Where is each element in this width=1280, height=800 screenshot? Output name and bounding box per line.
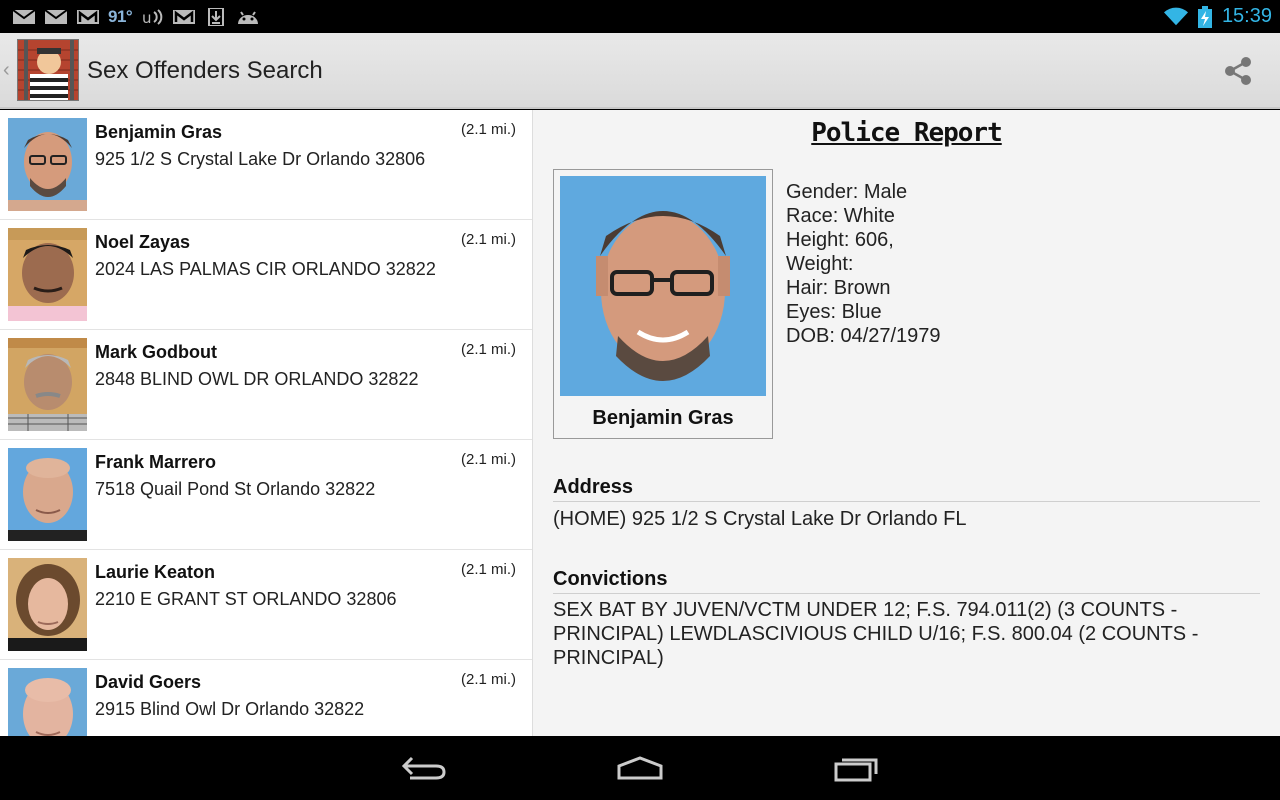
convictions-value: SEX BAT BY JUVEN/VCTM UNDER 12; F.S. 794… xyxy=(553,599,1199,669)
offender-name: Laurie Keaton xyxy=(95,562,216,582)
address-heading: Address xyxy=(553,476,1260,502)
offender-name: Mark Godbout xyxy=(95,342,217,362)
offender-thumbnail xyxy=(8,228,87,321)
offender-distance: (2.1 mi.) xyxy=(460,341,516,358)
wifi-icon xyxy=(1163,7,1188,26)
report-title: Police Report xyxy=(811,118,1003,148)
gmail-m-icon xyxy=(76,8,100,26)
fact-height: Height: 606, xyxy=(786,229,894,251)
offender-name: Noel Zayas xyxy=(95,232,191,252)
list-item[interactable]: Benjamin Gras 925 1/2 S Crystal Lake Dr … xyxy=(0,110,532,220)
offender-facts: Gender: Male Race: White Height: 606, We… xyxy=(786,180,941,348)
offender-thumbnail xyxy=(8,558,87,651)
convictions-heading: Convictions xyxy=(553,568,1260,594)
list-item[interactable]: Frank Marrero 7518 Quail Pond St Orlando… xyxy=(0,440,532,550)
action-bar: ‹ Sex Offenders Search xyxy=(0,33,1280,109)
offender-name: Benjamin Gras xyxy=(95,122,223,142)
download-icon xyxy=(204,7,228,26)
offender-address: 2024 LAS PALMAS CIR ORLANDO 32822 xyxy=(95,259,436,279)
app-title: Sex Offenders Search xyxy=(87,57,323,84)
status-bar: 91° u 15:39 xyxy=(0,0,1280,33)
fact-weight: Weight: xyxy=(786,253,854,275)
offender-address: 7518 Quail Pond St Orlando 32822 xyxy=(95,479,376,499)
list-item[interactable]: Laurie Keaton 2210 E GRANT ST ORLANDO 32… xyxy=(0,550,532,660)
weather-temperature: 91° xyxy=(108,6,133,26)
fact-gender: Gender: Male xyxy=(786,181,908,203)
list-item[interactable]: David Goers 2915 Blind Owl Dr Orlando 32… xyxy=(0,660,532,736)
offender-photo-card: Benjamin Gras xyxy=(553,169,773,439)
address-value: (HOME) 925 1/2 S Crystal Lake Dr Orlando… xyxy=(553,508,967,530)
home-icon xyxy=(617,756,663,780)
back-button[interactable] xyxy=(394,750,454,786)
offender-distance: (2.1 mi.) xyxy=(460,671,516,688)
clock: 15:39 xyxy=(1221,5,1272,27)
recent-apps-button[interactable] xyxy=(826,750,886,786)
offender-thumbnail xyxy=(8,668,87,736)
up-navigation-caret[interactable]: ‹ xyxy=(3,59,13,82)
offender-photo xyxy=(560,176,766,396)
fact-race: Race: White xyxy=(786,205,895,227)
android-debug-icon xyxy=(236,8,260,26)
offender-name: Frank Marrero xyxy=(95,452,217,472)
offender-distance: (2.1 mi.) xyxy=(460,121,516,138)
fact-dob: DOB: 04/27/1979 xyxy=(786,325,941,347)
home-button[interactable] xyxy=(610,750,670,786)
offender-distance: (2.1 mi.) xyxy=(460,451,516,468)
content-area: Benjamin Gras 925 1/2 S Crystal Lake Dr … xyxy=(0,110,1280,736)
usb-debug-icon: u xyxy=(140,8,164,26)
offender-name: David Goers xyxy=(95,672,202,692)
offender-thumbnail xyxy=(8,118,87,211)
offender-address: 2210 E GRANT ST ORLANDO 32806 xyxy=(95,589,397,609)
app-logo[interactable] xyxy=(17,39,79,101)
offender-thumbnail xyxy=(8,448,87,541)
offender-list[interactable]: Benjamin Gras 925 1/2 S Crystal Lake Dr … xyxy=(0,110,533,736)
police-report-panel: Police Report Benjamin Gras Gender: Male… xyxy=(533,110,1280,736)
share-button[interactable] xyxy=(1220,53,1256,89)
email-notification-icon xyxy=(44,8,68,26)
offender-thumbnail xyxy=(8,338,87,431)
battery-charging-icon xyxy=(1197,5,1212,28)
share-icon xyxy=(1225,57,1251,85)
recent-apps-icon xyxy=(834,758,878,782)
fact-eyes: Eyes: Blue xyxy=(786,301,882,323)
back-icon xyxy=(401,756,446,780)
list-item[interactable]: Noel Zayas 2024 LAS PALMAS CIR ORLANDO 3… xyxy=(0,220,532,330)
offender-photo-name: Benjamin Gras xyxy=(592,407,734,429)
offender-address: 2848 BLIND OWL DR ORLANDO 32822 xyxy=(95,369,419,389)
svg-text:u: u xyxy=(142,9,152,26)
fact-hair: Hair: Brown xyxy=(786,277,891,299)
gmail-m-icon-2 xyxy=(172,8,196,26)
gmail-notification-icon xyxy=(12,8,36,26)
offender-distance: (2.1 mi.) xyxy=(460,561,516,578)
list-item[interactable]: Mark Godbout 2848 BLIND OWL DR ORLANDO 3… xyxy=(0,330,532,440)
offender-address: 2915 Blind Owl Dr Orlando 32822 xyxy=(95,699,365,719)
navigation-bar xyxy=(0,736,1280,800)
offender-address: 925 1/2 S Crystal Lake Dr Orlando 32806 xyxy=(95,149,426,169)
offender-distance: (2.1 mi.) xyxy=(460,231,516,248)
